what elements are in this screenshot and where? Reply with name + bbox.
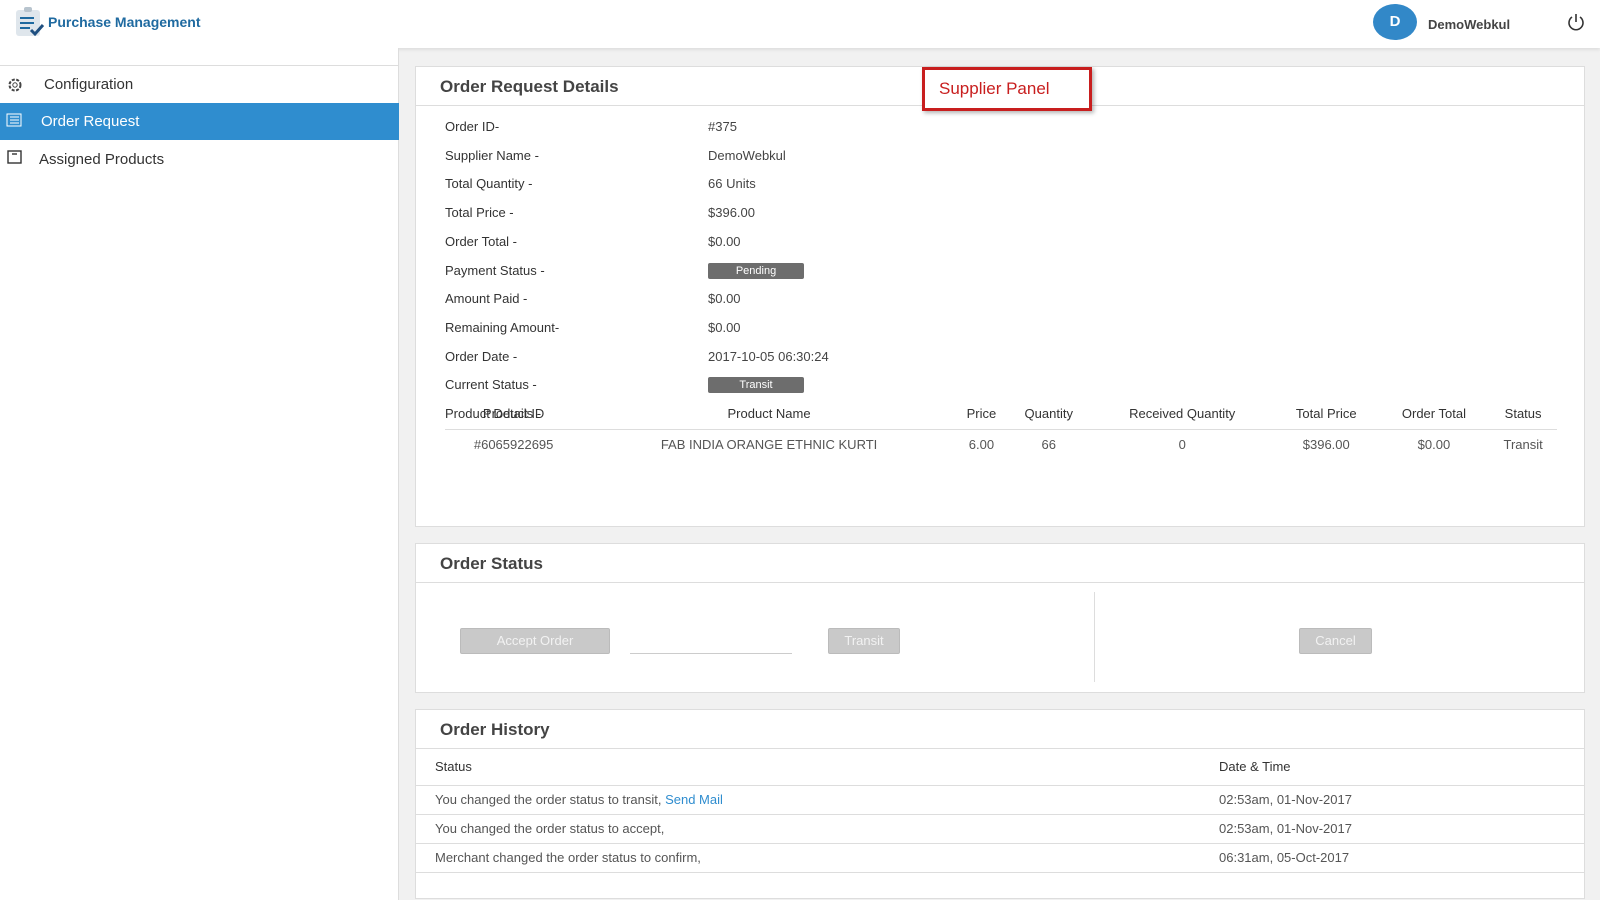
field-value: $396.00 xyxy=(708,205,755,221)
history-status: Merchant changed the order status to con… xyxy=(435,850,701,865)
field-value: #375 xyxy=(708,119,737,134)
table-cell: $396.00 xyxy=(1273,428,1379,459)
field-label: Order ID- xyxy=(445,119,500,134)
table-cell: 6.00 xyxy=(955,428,1007,459)
field-label: Payment Status - xyxy=(445,262,545,278)
field-label: Current Status - xyxy=(445,377,537,393)
order-history-panel: Order History Status Date & Time You chan… xyxy=(415,709,1585,899)
field-label: Order Total - xyxy=(445,233,518,249)
history-row: Merchant changed the order status to con… xyxy=(416,843,1584,873)
username[interactable]: DemoWebkul xyxy=(1428,17,1510,32)
top-bar: Purchase Management D DemoWebkul xyxy=(0,0,1600,48)
table-cell: Transit xyxy=(1489,428,1557,459)
field-label: Total Price - xyxy=(445,205,514,221)
table-row: #6065922695 FAB INDIA ORANGE ETHNIC KURTI… xyxy=(445,428,1557,459)
field-label: Supplier Name - xyxy=(445,147,539,163)
history-date: 02:53am, 01-Nov-2017 xyxy=(1200,785,1584,815)
table-cell: #6065922695 xyxy=(445,428,583,459)
box-icon xyxy=(7,150,22,164)
history-status: You changed the order status to transit, xyxy=(435,792,662,807)
table-cell: 66 xyxy=(1006,428,1091,459)
divider xyxy=(1094,592,1095,682)
section-title: Order Status xyxy=(416,544,1584,583)
history-row: You changed the order status to accept, 0… xyxy=(416,814,1584,844)
field-label: Remaining Amount- xyxy=(445,319,560,335)
field-label: Amount Paid - xyxy=(445,291,528,307)
sidebar-item-configuration[interactable]: Configuration xyxy=(0,66,399,103)
field-value: 66 Units xyxy=(708,176,756,192)
field-value: $0.00 xyxy=(708,291,741,307)
column-header: Status xyxy=(416,749,1200,786)
field-label: Order Date - xyxy=(445,348,518,364)
field-value: $0.00 xyxy=(708,233,741,249)
column-header: Quantity xyxy=(1024,406,1073,422)
send-mail-link[interactable]: Send Mail xyxy=(665,792,723,807)
supplier-panel-annotation: Supplier Panel xyxy=(922,67,1092,111)
column-header: Product ID xyxy=(482,406,545,422)
history-date: 02:53am, 01-Nov-2017 xyxy=(1200,814,1584,844)
power-icon[interactable] xyxy=(1566,12,1586,32)
gear-icon xyxy=(8,78,22,92)
clipboard-check-icon xyxy=(16,7,45,37)
avatar[interactable]: D xyxy=(1373,4,1417,40)
column-header: Price xyxy=(966,406,997,422)
sidebar: Configuration Order Request Assigned Pro… xyxy=(0,48,399,900)
field-value: DemoWebkul xyxy=(708,147,786,163)
column-header: Date & Time xyxy=(1200,749,1584,786)
table-cell: 0 xyxy=(1090,428,1274,459)
history-table: Status Date & Time You changed the order … xyxy=(416,749,1584,873)
sidebar-item-assigned-products[interactable]: Assigned Products xyxy=(0,141,399,178)
status-badge: Pending xyxy=(708,262,804,279)
history-date: 06:31am, 05-Oct-2017 xyxy=(1200,843,1584,873)
order-request-details-panel: Order Request Details Supplier Panel Ord… xyxy=(415,66,1585,527)
accept-order-button[interactable]: Accept Order xyxy=(460,628,610,654)
table-cell: FAB INDIA ORANGE ETHNIC KURTI xyxy=(582,428,956,459)
status-badge: Transit xyxy=(708,377,804,394)
column-header: Total Price xyxy=(1295,406,1357,422)
column-header: Status xyxy=(1504,406,1542,422)
history-row: You changed the order status to transit,… xyxy=(416,785,1584,815)
product-table: Product ID Product Name Price Quantity Recei… xyxy=(445,399,1557,459)
field-label: Total Quantity - xyxy=(445,176,533,192)
column-header: Order Total xyxy=(1401,406,1466,422)
field-value: $0.00 xyxy=(708,319,741,335)
column-header: Product Name xyxy=(727,406,811,422)
cancel-button[interactable]: Cancel xyxy=(1299,628,1372,654)
table-cell: $0.00 xyxy=(1378,428,1490,459)
sidebar-item-order-request[interactable]: Order Request xyxy=(0,103,399,140)
history-status: You changed the order status to accept, xyxy=(435,821,665,836)
field-value: 2017-10-05 06:30:24 xyxy=(708,348,829,364)
transit-button[interactable]: Transit xyxy=(828,628,900,654)
status-note-input[interactable] xyxy=(630,628,792,654)
section-title: Order History xyxy=(416,710,1584,749)
order-status-panel: Order Status Accept Order Transit Cancel xyxy=(415,543,1585,693)
list-icon xyxy=(6,113,22,127)
column-header: Received Quantity xyxy=(1129,406,1236,422)
app-title: Purchase Management xyxy=(48,14,201,30)
